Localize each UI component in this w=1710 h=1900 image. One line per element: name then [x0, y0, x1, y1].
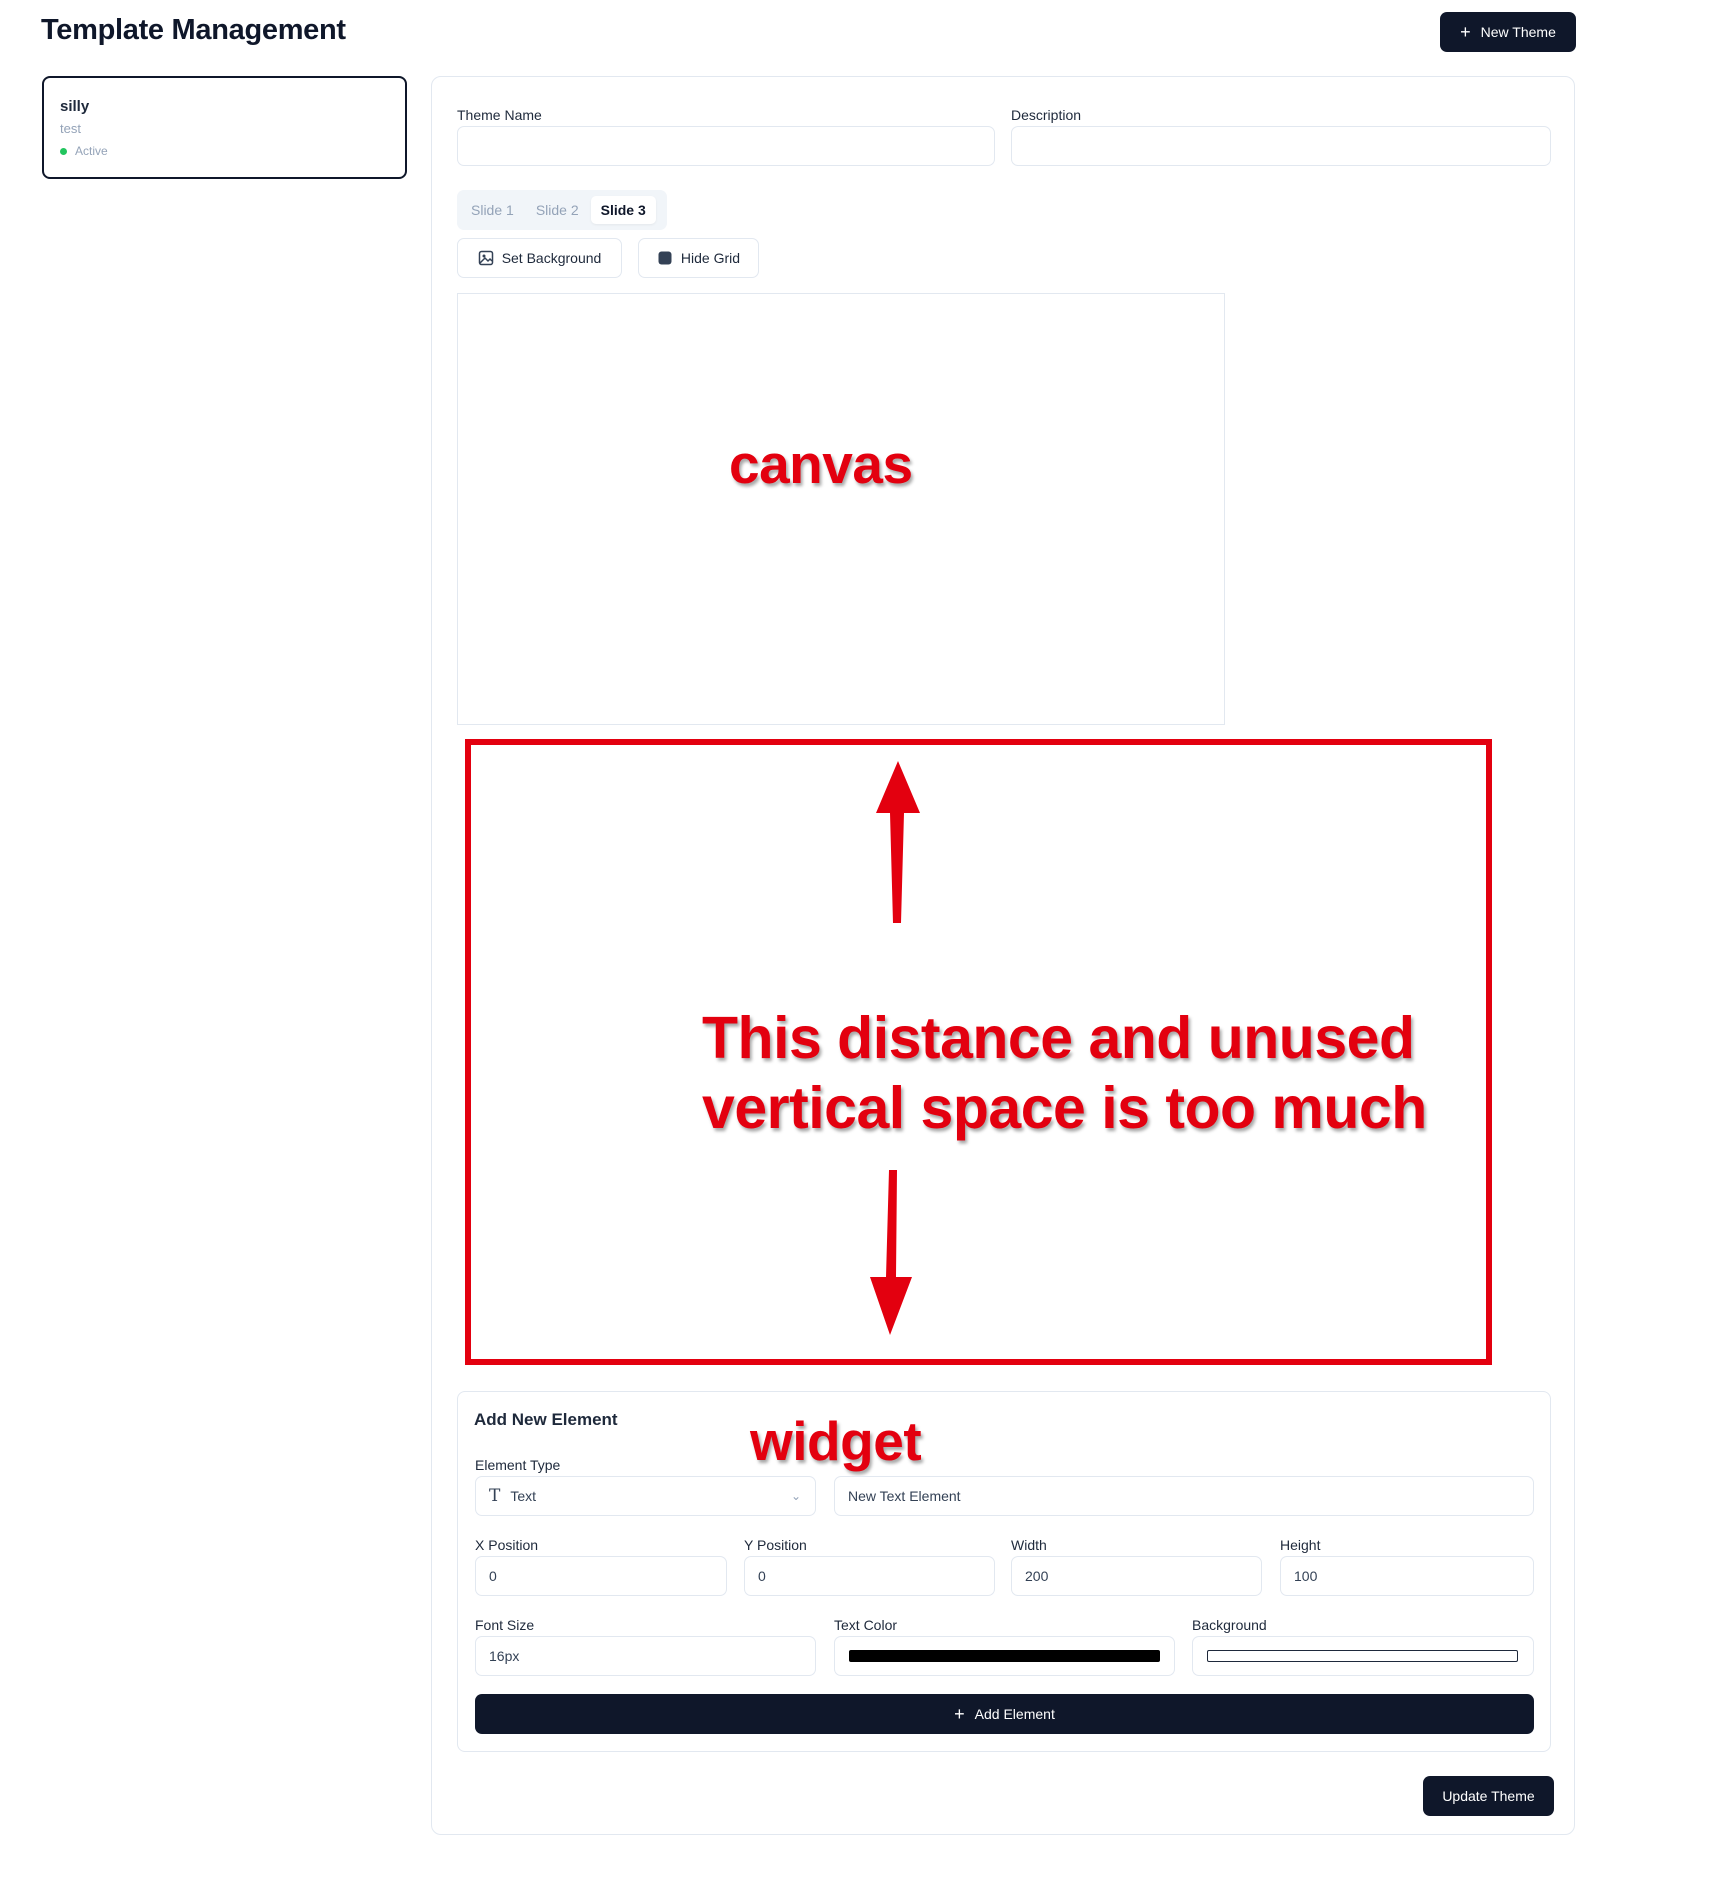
chevron-down-icon: ⌄: [790, 1489, 801, 1503]
element-type-value: Text: [510, 1488, 537, 1504]
annotation-note-line-2: vertical space is too much: [702, 1075, 1427, 1141]
slide-canvas[interactable]: [457, 293, 1225, 725]
tab-slide-2[interactable]: Slide 2: [526, 196, 589, 224]
element-type-select[interactable]: T Text ⌄: [475, 1476, 816, 1516]
text-color-swatch[interactable]: [849, 1650, 1160, 1662]
width-input[interactable]: 200: [1011, 1556, 1262, 1596]
element-type-label: Element Type: [475, 1457, 561, 1473]
theme-card[interactable]: silly test Active: [42, 76, 407, 179]
annotation-note: This distance and unused vertical space …: [702, 1003, 1427, 1143]
width-label: Width: [1011, 1537, 1047, 1553]
status-dot-icon: [60, 147, 67, 155]
widget-title: Add New Element: [474, 1410, 618, 1429]
annotation-widget-label: widget: [750, 1410, 922, 1472]
set-background-button[interactable]: Set Background: [457, 238, 622, 278]
page-title: Template Management: [41, 14, 346, 46]
content-input[interactable]: New Text Element: [834, 1476, 1534, 1516]
new-theme-button[interactable]: + New Theme: [1440, 12, 1576, 52]
set-background-label: Set Background: [501, 250, 602, 266]
hide-grid-button[interactable]: Hide Grid: [638, 238, 759, 278]
status-label: Active: [75, 144, 108, 158]
add-element-button[interactable]: + Add Element: [475, 1694, 1534, 1734]
y-position-label: Y Position: [744, 1537, 807, 1553]
plus-icon: +: [954, 1704, 965, 1724]
annotation-canvas-label: canvas: [729, 433, 913, 495]
height-label: Height: [1280, 1537, 1321, 1553]
text-type-icon: T: [489, 1486, 501, 1506]
plus-icon: +: [1460, 22, 1471, 42]
y-position-input[interactable]: 0: [744, 1556, 995, 1596]
font-size-label: Font Size: [475, 1617, 535, 1633]
hide-grid-label: Hide Grid: [680, 250, 741, 266]
description-label: Description: [1011, 107, 1082, 123]
font-size-input[interactable]: 16px: [475, 1636, 816, 1676]
theme-card-description: test: [60, 121, 81, 136]
theme-name-label: Theme Name: [457, 107, 542, 123]
description-input[interactable]: [1011, 126, 1551, 166]
height-input[interactable]: 100: [1280, 1556, 1534, 1596]
annotation-note-line-1: This distance and unused: [702, 1005, 1415, 1071]
x-position-input[interactable]: 0: [475, 1556, 727, 1596]
grid-square-icon: [658, 251, 672, 265]
theme-name-input[interactable]: [457, 126, 995, 166]
arrow-down-icon: [870, 1170, 912, 1335]
x-position-label: X Position: [475, 1537, 539, 1553]
text-color-label: Text Color: [834, 1617, 898, 1633]
slide-tabs: Slide 1 Slide 2 Slide 3: [457, 190, 667, 230]
update-theme-button[interactable]: Update Theme: [1423, 1776, 1554, 1816]
theme-card-status: Active: [60, 144, 389, 158]
element-type-selected: T Text: [489, 1486, 536, 1506]
background-color-swatch[interactable]: [1207, 1650, 1518, 1662]
new-theme-label: New Theme: [1480, 24, 1556, 40]
background-label: Background: [1192, 1617, 1267, 1633]
tab-slide-3[interactable]: Slide 3: [590, 196, 656, 224]
arrow-up-icon: [876, 761, 920, 923]
tab-slide-1[interactable]: Slide 1: [461, 196, 524, 224]
theme-card-name: silly: [60, 98, 90, 115]
add-element-label: Add Element: [974, 1706, 1055, 1722]
image-icon: [478, 250, 493, 266]
